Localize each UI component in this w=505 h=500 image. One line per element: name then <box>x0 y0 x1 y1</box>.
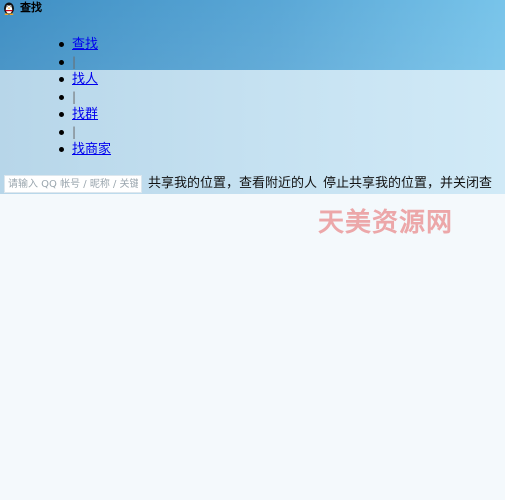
nav-item-find-people: 找人 <box>40 71 111 89</box>
nav-link-find-groups[interactable]: 找群 <box>72 107 98 122</box>
nav-separator-text: | <box>72 89 77 104</box>
nav-item-find-merchants: 找商家 <box>40 141 111 159</box>
nav-separator: | <box>40 124 111 142</box>
nav-link-find-merchants[interactable]: 找商家 <box>72 142 111 157</box>
nav-link-search[interactable]: 查找 <box>72 37 98 52</box>
search-row: 共享我的位置，查看附近的人 停止共享我的位置，并关闭查 <box>4 174 505 194</box>
nav-separator: | <box>40 54 111 72</box>
title-bar: 查找 <box>0 0 42 16</box>
nav-item-find-groups: 找群 <box>40 106 111 124</box>
window-title: 查找 <box>20 1 42 14</box>
nav-separator: | <box>40 89 111 107</box>
qq-penguin-icon <box>4 2 14 15</box>
nav-link-find-people[interactable]: 找人 <box>72 72 98 87</box>
nav-item-search: 查找 <box>40 36 111 54</box>
share-location-text[interactable]: 共享我的位置，查看附近的人 <box>148 175 317 193</box>
search-input[interactable] <box>4 175 142 193</box>
nav-separator-text: | <box>72 124 77 139</box>
search-nav: 查找 | 找人 | 找群 | 找商家 <box>0 36 111 159</box>
stop-share-location-text[interactable]: 停止共享我的位置，并关闭查 <box>323 175 492 193</box>
watermark: 天美资源网 <box>318 208 454 238</box>
nav-separator-text: | <box>72 54 77 69</box>
